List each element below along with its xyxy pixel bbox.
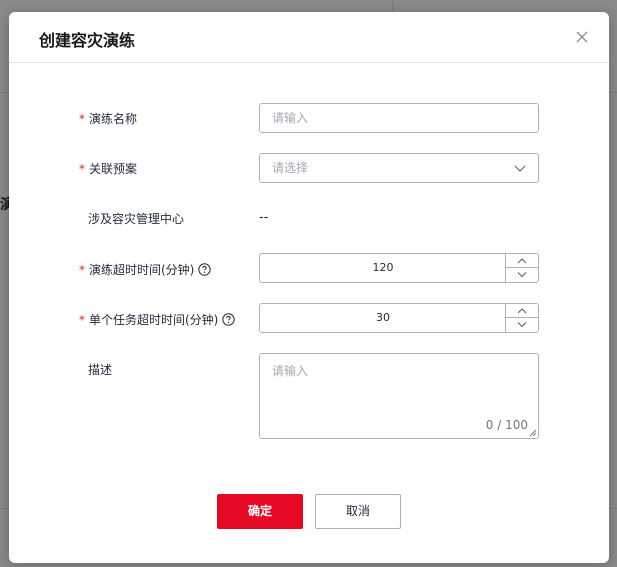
resize-handle-icon[interactable] [529,429,537,437]
center-label: 涉及容灾管理中心 [88,212,185,226]
create-drill-dialog: 创建容灾演练 * 演练名称 请输入 * 关联预案 请选择 涉及容灾管理中心 --… [9,12,609,563]
required-mark: * [79,162,85,176]
center-value: -- [259,210,269,225]
required-mark: * [79,112,85,126]
decrement-button[interactable] [506,268,538,282]
plan-label: * 关联预案 [79,162,138,176]
drill-name-input[interactable]: 请输入 [259,103,539,133]
chevron-down-icon [514,165,526,172]
drill-name-placeholder: 请输入 [272,111,309,125]
confirm-button[interactable]: 确定 [217,494,303,529]
stepper-buttons [505,304,538,332]
background-divider [392,0,393,12]
increment-button[interactable] [506,254,538,268]
required-mark: * [79,263,85,277]
dialog-title: 创建容灾演练 [39,31,136,50]
chevron-up-icon [517,258,527,264]
chevron-up-icon [517,308,527,314]
chevron-down-icon [517,272,527,278]
stepper-buttons [505,254,538,282]
plan-select[interactable]: 请选择 [259,153,539,183]
close-icon [576,31,588,43]
description-placeholder: 请输入 [272,364,309,378]
decrement-button[interactable] [506,318,538,332]
required-mark: * [79,313,85,327]
drill-timeout-label: * 演练超时时间(分钟) [79,261,212,278]
task-timeout-value[interactable]: 30 [260,304,506,332]
close-button[interactable] [573,28,591,46]
description-textarea[interactable]: 请输入 0 / 100 [259,353,539,439]
increment-button[interactable] [506,304,538,318]
drill-name-label: * 演练名称 [79,112,138,126]
help-icon[interactable] [198,263,212,276]
task-timeout-stepper[interactable]: 30 [259,303,539,333]
plan-placeholder: 请选择 [272,161,309,175]
help-icon[interactable] [222,313,236,326]
chevron-down-icon [517,322,527,328]
task-timeout-label: * 单个任务超时时间(分钟) [79,311,236,328]
description-label: 描述 [88,363,113,377]
drill-timeout-value[interactable]: 120 [260,254,506,282]
cancel-button[interactable]: 取消 [315,494,401,529]
drill-timeout-stepper[interactable]: 120 [259,253,539,283]
character-counter: 0 / 100 [485,418,528,432]
dialog-header: 创建容灾演练 [9,12,609,63]
